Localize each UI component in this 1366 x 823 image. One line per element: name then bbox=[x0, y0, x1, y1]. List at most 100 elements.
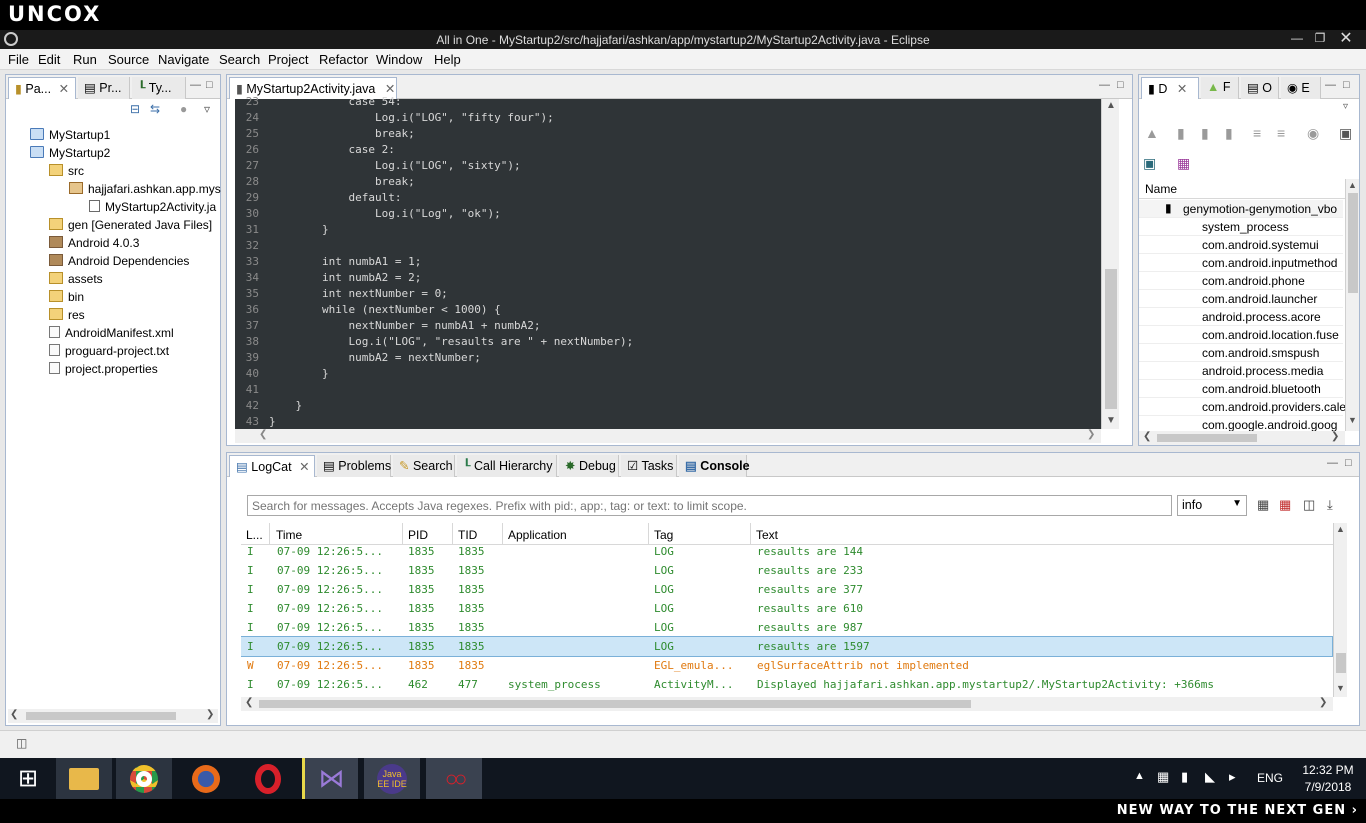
scroll-down-icon[interactable]: ▼ bbox=[1348, 415, 1357, 425]
close-tab-icon[interactable]: ✕ bbox=[385, 82, 395, 96]
tab-logcat[interactable]: ▤ LogCat ✕ bbox=[229, 455, 315, 477]
col-text[interactable]: Text bbox=[751, 523, 1331, 545]
process-row[interactable]: com.android.phone bbox=[1139, 272, 1343, 290]
col-tag[interactable]: Tag bbox=[649, 523, 751, 545]
col-tid[interactable]: TID bbox=[453, 523, 503, 545]
tree-item-android-403[interactable]: Android 4.0.3 bbox=[49, 236, 139, 254]
scroll-down-icon[interactable]: ▼ bbox=[1336, 683, 1345, 693]
save-icon[interactable]: ▦ bbox=[1257, 497, 1269, 513]
process-row[interactable]: com.android.smspush bbox=[1139, 344, 1343, 362]
file-explorer-icon[interactable] bbox=[56, 758, 112, 799]
close-tab-icon[interactable]: ✕ bbox=[1177, 82, 1187, 96]
logcat-search-input[interactable] bbox=[247, 495, 1172, 516]
update-heap-icon[interactable]: ▮ bbox=[1177, 125, 1185, 142]
stop-process-icon[interactable]: ◉ bbox=[1307, 125, 1319, 142]
scroll-thumb[interactable] bbox=[1105, 269, 1117, 409]
col-level[interactable]: L... bbox=[241, 523, 270, 545]
scroll-left-icon[interactable]: ❮ bbox=[10, 709, 18, 720]
scroll-right-icon[interactable]: ❯ bbox=[1319, 697, 1327, 708]
scroll-right-icon[interactable]: ❯ bbox=[1087, 429, 1095, 440]
process-row[interactable]: android.process.acore bbox=[1139, 308, 1343, 326]
maximize-view-icon[interactable]: □ bbox=[1343, 79, 1350, 91]
cause-gc-icon[interactable]: ▮ bbox=[1225, 125, 1233, 142]
scroll-right-icon[interactable]: ❯ bbox=[1331, 431, 1339, 442]
systrace-icon[interactable]: ▣ bbox=[1143, 155, 1156, 172]
log-row[interactable]: I 07-09 12:26:5... 1835 1835 LOG resaults are… bbox=[241, 599, 1332, 618]
close-tab-icon[interactable]: ✕ bbox=[59, 82, 69, 96]
col-application[interactable]: Application bbox=[503, 523, 649, 545]
process-row[interactable]: com.android.systemui bbox=[1139, 236, 1343, 254]
tab-type-hierarchy[interactable]: ┖ Ty... bbox=[132, 77, 186, 99]
fast-view-icon[interactable]: ◫ bbox=[16, 736, 27, 750]
tree-item-bin[interactable]: bin bbox=[49, 290, 84, 308]
tree-item-package[interactable]: hajjafari.ashkan.app.mys bbox=[69, 182, 221, 200]
language-indicator[interactable]: ENG bbox=[1257, 771, 1283, 785]
clock-date[interactable]: 7/9/2018 bbox=[1300, 780, 1356, 794]
log-row[interactable]: I 07-09 12:26:5... 462 477 system_process Act… bbox=[241, 675, 1332, 694]
menu-project[interactable]: Project bbox=[268, 52, 308, 67]
process-row[interactable]: com.android.bluetooth bbox=[1139, 380, 1343, 398]
log-row[interactable]: I 07-09 12:26:5... 1835 1835 LOG resaults are… bbox=[241, 636, 1333, 657]
clock-time[interactable]: 12:32 PM bbox=[1300, 763, 1356, 777]
tree-item-res[interactable]: res bbox=[49, 308, 85, 326]
signal-icon[interactable]: ◣ bbox=[1205, 769, 1215, 785]
tab-search[interactable]: ✎ Search bbox=[393, 455, 455, 477]
maximize-view-icon[interactable]: □ bbox=[1345, 457, 1352, 469]
view-menu-icon[interactable]: ▿ bbox=[204, 102, 210, 116]
tab-file-explorer[interactable]: ▲ F bbox=[1201, 77, 1239, 99]
tab-console[interactable]: ▤ Console bbox=[679, 455, 750, 477]
tab-tasks[interactable]: ☑ Tasks bbox=[621, 455, 677, 477]
menu-window[interactable]: Window bbox=[376, 52, 422, 67]
tree-item-assets[interactable]: assets bbox=[49, 272, 103, 290]
firefox-icon[interactable] bbox=[178, 758, 234, 799]
scroll-left-icon[interactable]: ❮ bbox=[245, 697, 253, 708]
tab-package-explorer[interactable]: ▮ Pa... ✕ bbox=[8, 77, 76, 99]
tab-devices[interactable]: ▮ D ✕ bbox=[1141, 77, 1199, 99]
tray-arrow-icon[interactable]: ▲ bbox=[1134, 770, 1145, 782]
process-row[interactable]: com.android.launcher bbox=[1139, 290, 1343, 308]
network-alert-icon[interactable]: ▦ bbox=[1157, 769, 1169, 785]
tree-item-src[interactable]: src bbox=[49, 164, 84, 182]
logcat-vertical-scrollbar[interactable]: ▲ ▼ bbox=[1333, 523, 1347, 697]
battery-icon[interactable]: ▮ bbox=[1181, 769, 1188, 785]
restore-icon[interactable]: ❐ bbox=[1308, 30, 1332, 49]
process-row[interactable]: android.process.media bbox=[1139, 362, 1343, 380]
tree-item-mystartup2[interactable]: MyStartup2 bbox=[30, 146, 110, 164]
tab-outline[interactable]: ▤ O bbox=[1241, 77, 1279, 99]
visual-studio-icon[interactable]: ⋈ bbox=[302, 758, 358, 799]
tree-item-proguard[interactable]: proguard-project.txt bbox=[49, 344, 169, 362]
minimize-view-icon[interactable]: — bbox=[1327, 457, 1338, 469]
tab-debug[interactable]: ✸ Debug bbox=[559, 455, 619, 477]
menu-refactor[interactable]: Refactor bbox=[319, 52, 368, 67]
update-threads-icon[interactable]: ≡ bbox=[1253, 125, 1261, 141]
scroll-up-icon[interactable]: ▲ bbox=[1106, 100, 1116, 111]
menu-source[interactable]: Source bbox=[108, 52, 149, 67]
minimize-icon[interactable]: — bbox=[1285, 30, 1309, 49]
opera-icon[interactable] bbox=[240, 758, 296, 799]
scroll-thumb[interactable] bbox=[259, 700, 971, 708]
scroll-left-icon[interactable]: ❮ bbox=[1143, 431, 1151, 442]
tree-item-manifest[interactable]: AndroidManifest.xml bbox=[49, 326, 174, 344]
volume-icon[interactable]: ▸ bbox=[1229, 769, 1236, 785]
col-time[interactable]: Time bbox=[271, 523, 403, 545]
tree-horizontal-scrollbar[interactable]: ❮ ❯ bbox=[8, 709, 218, 723]
process-row[interactable]: com.android.providers.cale bbox=[1139, 398, 1345, 416]
process-row[interactable]: com.android.location.fuse bbox=[1139, 326, 1343, 344]
logcat-horizontal-scrollbar[interactable]: ❮ ❯ bbox=[241, 697, 1333, 711]
device-row[interactable]: ▮ genymotion-genymotion_vbo bbox=[1139, 200, 1343, 218]
menu-run[interactable]: Run bbox=[73, 52, 97, 67]
scroll-thumb[interactable] bbox=[1157, 434, 1257, 442]
maximize-view-icon[interactable]: □ bbox=[206, 79, 213, 91]
devices-horizontal-scrollbar[interactable]: ❮ ❯ bbox=[1139, 431, 1345, 445]
log-row[interactable]: I 07-09 12:26:5... 1835 1835 LOG resaults are… bbox=[241, 545, 1332, 561]
code-editor[interactable]: 23 case 54: 24 Log.i("LOG", "fifty four")… bbox=[235, 95, 1101, 429]
scroll-down-icon[interactable]: ▼ bbox=[1106, 415, 1116, 426]
scroll-lock-icon[interactable]: ⤓ bbox=[1327, 497, 1333, 513]
tree-item-project-properties[interactable]: project.properties bbox=[49, 362, 158, 380]
process-row[interactable]: system_process bbox=[1139, 218, 1343, 236]
minimize-view-icon[interactable]: — bbox=[1325, 79, 1336, 91]
toggle-filters-icon[interactable]: ◫ bbox=[1303, 497, 1315, 513]
menu-edit[interactable]: Edit bbox=[38, 52, 60, 67]
tab-project-explorer[interactable]: ▤ Pr... bbox=[78, 77, 130, 99]
log-row[interactable]: I 07-09 12:26:5... 1835 1835 LOG resaults are… bbox=[241, 580, 1332, 599]
